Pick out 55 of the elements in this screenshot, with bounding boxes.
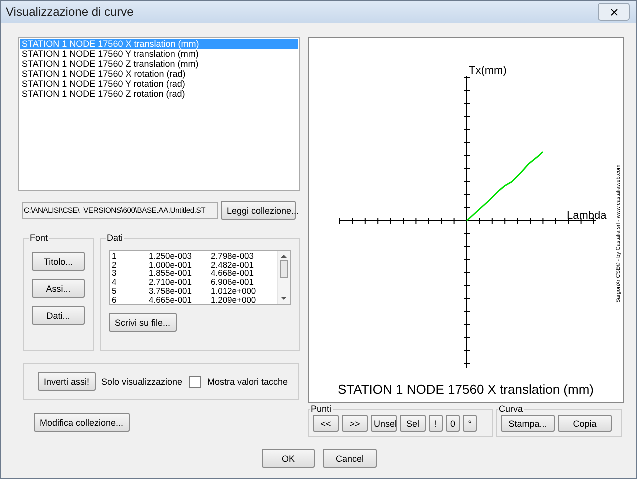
- data-cell-text: 2.482e-001: [211, 260, 256, 270]
- points-button[interactable]: Unsel: [371, 415, 397, 432]
- mode-label: Solo visualizzazione: [102, 376, 183, 386]
- y-axis-label: Tx(mm): [469, 65, 507, 77]
- curve-list-item[interactable]: STATION 1 NODE 17560 Z rotation (rad): [20, 89, 298, 99]
- data-cell-text: 1.000e-001: [149, 260, 194, 270]
- points-button[interactable]: 0: [446, 415, 460, 432]
- data-cell-text: 4: [112, 278, 118, 287]
- group-title: Curva: [498, 404, 524, 414]
- checkbox-label: Mostra valori tacche: [207, 376, 288, 386]
- data-cell-text: 6: [112, 296, 118, 304]
- data-cell-text: 1.855e-001: [149, 269, 194, 278]
- points-button[interactable]: <<: [313, 415, 339, 432]
- window-title: Visualizzazione di curve: [6, 5, 134, 19]
- data-cell-text: 3.758e-001: [149, 286, 194, 296]
- font-button[interactable]: Titolo...: [32, 252, 85, 271]
- points-button[interactable]: °: [463, 415, 477, 432]
- data-cell-text: 2: [112, 260, 118, 270]
- curve-list-item[interactable]: STATION 1 NODE 17560 Y translation (mm): [20, 49, 298, 59]
- curve-button[interactable]: Stampa...: [501, 415, 555, 432]
- data-cell-text: 1.012e+000: [211, 286, 258, 296]
- close-button[interactable]: [598, 3, 630, 21]
- data-cell-text: 4.668e-001: [211, 269, 256, 278]
- dialog-button[interactable]: Cancel: [323, 449, 377, 468]
- points-button[interactable]: Sel: [400, 415, 426, 432]
- scrollbar[interactable]: [277, 251, 290, 304]
- group-title: Dati: [106, 233, 124, 243]
- group-title: Punti: [310, 404, 333, 414]
- curve-list-item[interactable]: STATION 1 NODE 17560 Z translation (mm): [20, 59, 298, 69]
- font-button[interactable]: Assi...: [32, 279, 85, 298]
- data-cell-text: 2.798e-003: [211, 252, 256, 261]
- curve-list-item[interactable]: STATION 1 NODE 17560 X rotation (rad): [20, 69, 298, 79]
- plot-title: STATION 1 NODE 17560 X translation (mm): [338, 382, 594, 397]
- edit-collection-button[interactable]: Modifica collezione...: [34, 413, 130, 432]
- group-title: Font: [29, 233, 50, 243]
- curve-button[interactable]: Copia: [558, 415, 612, 432]
- data-cell-text: 4.665e-001: [149, 296, 194, 304]
- data-cell-text: 5: [112, 286, 118, 296]
- points-button[interactable]: !: [429, 415, 443, 432]
- data-cell-text: 1.250e-003: [149, 252, 194, 261]
- data-cell-text: 3: [112, 269, 118, 278]
- data-cell-text: 6.906e-001: [211, 278, 256, 287]
- checkbox[interactable]: [189, 376, 202, 388]
- font-button[interactable]: Dati...: [32, 306, 85, 325]
- data-cell-text: 1: [112, 252, 118, 261]
- close-icon: [608, 6, 620, 18]
- load-collection-button[interactable]: Leggi collezione...: [221, 201, 296, 220]
- write-file-button[interactable]: Scrivi su file...: [109, 313, 177, 332]
- data-cell-text: 2.710e-001: [149, 278, 194, 287]
- data-cell-text: 1.209e+000: [211, 296, 258, 304]
- invert-axes-button[interactable]: Inverti assi!: [38, 372, 96, 391]
- points-button[interactable]: >>: [342, 415, 368, 432]
- x-axis-label: Lambda: [567, 210, 607, 222]
- dialog-button[interactable]: OK: [262, 449, 315, 468]
- curve-list-item[interactable]: STATION 1 NODE 17560 Y rotation (rad): [20, 79, 298, 89]
